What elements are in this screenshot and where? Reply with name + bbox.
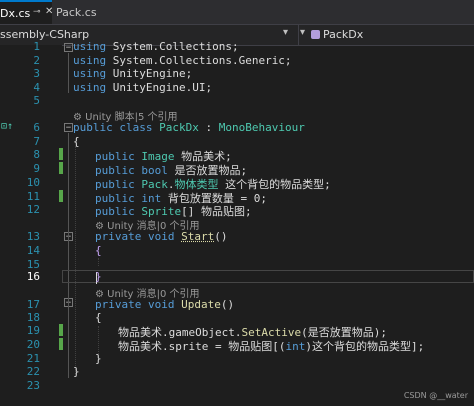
line-number: 8: [33, 148, 40, 161]
fold-line: [68, 53, 69, 93]
indent-guide: [75, 146, 76, 374]
fold-line: [68, 133, 69, 378]
line-number: 9: [33, 162, 40, 175]
tab-label: Dx.cs: [0, 6, 31, 20]
line-number: 22: [26, 365, 40, 378]
code-line-6[interactable]: public class PackDx : MonoBehaviour: [73, 121, 305, 134]
code-line-16[interactable]: }: [95, 270, 102, 283]
indent-guide: [98, 258, 99, 266]
line-number: 18: [26, 311, 40, 324]
line-number: 13: [26, 230, 40, 243]
code-line-14[interactable]: {: [95, 244, 102, 257]
line-number: 23: [26, 379, 40, 392]
breakpoint-arrow-icon[interactable]: ⊡↑: [1, 121, 13, 132]
line-number: 19: [26, 324, 40, 337]
change-marker: [59, 338, 63, 350]
line-number: 17: [26, 298, 40, 311]
change-marker: [59, 162, 63, 174]
chevron-down-icon[interactable]: ▾: [283, 27, 288, 38]
code-line-18[interactable]: {: [95, 311, 102, 324]
collapse-icon[interactable]: −: [64, 43, 73, 53]
chevron-down-icon[interactable]: ▾: [300, 27, 305, 38]
collapse-icon[interactable]: −: [64, 123, 73, 133]
divider: [298, 25, 299, 45]
line-number: 21: [26, 352, 40, 365]
line-number: 1: [33, 40, 40, 53]
type-dropdown[interactable]: PackDx: [323, 28, 363, 41]
change-marker: [59, 148, 63, 160]
tab-label: Pack.cs: [56, 5, 97, 19]
code-line-2[interactable]: using System.Collections.Generic;: [73, 54, 292, 67]
line-number: 4: [33, 81, 40, 94]
code-line-3[interactable]: using UnityEngine;: [73, 67, 192, 80]
code-line-13[interactable]: private void Start(): [95, 230, 227, 243]
line-number: 7: [33, 135, 40, 148]
code-line-17[interactable]: private void Update(): [95, 298, 234, 311]
line-number: 5: [33, 94, 40, 107]
tab-bar: Dx.cs ⊸ ✕ Pack.cs: [0, 0, 474, 25]
line-number: 14: [26, 244, 40, 257]
code-line-7[interactable]: {: [73, 135, 80, 148]
current-line-highlight: [62, 270, 474, 283]
class-icon: [311, 30, 320, 39]
change-marker: [59, 324, 63, 336]
close-icon[interactable]: ✕: [45, 6, 53, 17]
code-line-1[interactable]: using System.Collections;: [73, 40, 239, 53]
change-marker: [59, 190, 63, 202]
line-number: 16: [26, 270, 40, 283]
indent-guide: [98, 326, 99, 354]
line-number: 20: [26, 338, 40, 351]
code-line-4[interactable]: using UnityEngine.UI;: [73, 81, 212, 94]
pin-icon[interactable]: ⊸: [33, 7, 45, 19]
tab-packdx[interactable]: Dx.cs ⊸ ✕: [0, 0, 53, 24]
watermark: CSDN @__water: [403, 391, 468, 400]
code-line-21[interactable]: }: [95, 352, 102, 365]
line-number: 11: [26, 190, 40, 203]
code-line-20[interactable]: 物品美术.sprite = 物品贴图[(int)这个背包的物品类型];: [118, 338, 424, 354]
line-number: 12: [26, 203, 40, 216]
line-number: 3: [33, 67, 40, 80]
code-line-22[interactable]: }: [73, 365, 80, 378]
line-number: 2: [33, 54, 40, 67]
tab-pack[interactable]: Pack.cs: [54, 0, 97, 24]
line-number: 10: [26, 176, 40, 189]
